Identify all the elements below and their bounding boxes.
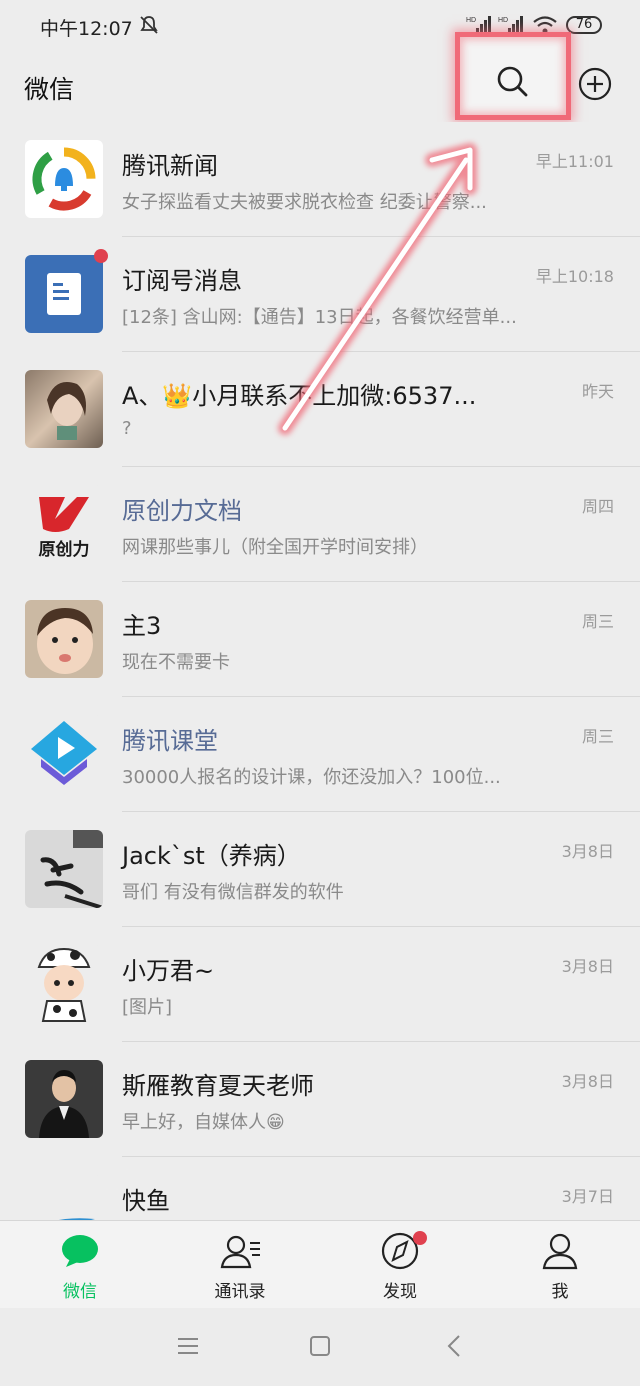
tab-chats[interactable]: 微信 bbox=[0, 1221, 160, 1309]
tab-contacts[interactable]: 通讯录 bbox=[160, 1221, 320, 1309]
chat-row[interactable]: Jack`st（养病） 哥们 有没有微信群发的软件 3月8日 bbox=[0, 812, 640, 927]
chat-preview: 现在不需要卡 bbox=[122, 652, 230, 673]
chat-time: 周三 bbox=[581, 612, 614, 631]
chat-time: 昨天 bbox=[581, 382, 614, 401]
svg-text:HD: HD bbox=[498, 17, 508, 24]
chat-name: 斯雁教育夏天老师 bbox=[122, 1072, 314, 1100]
chat-row[interactable]: 订阅号消息 [12条] 含山网:【通告】13日起，各餐饮经营单... 早上10:… bbox=[0, 237, 640, 352]
chat-preview: [12条] 含山网:【通告】13日起，各餐饮经营单... bbox=[122, 307, 517, 328]
chat-row[interactable]: 原创力 原创力文档 网课那些事儿（附全国开学时间安排） 周四 bbox=[0, 467, 640, 582]
profile-photo-avatar bbox=[25, 370, 103, 448]
bottom-tab-bar: 微信 通讯录 发现 我 bbox=[0, 1220, 640, 1309]
add-button[interactable] bbox=[578, 67, 612, 101]
search-icon bbox=[497, 66, 528, 97]
tab-label: 发现 bbox=[383, 1282, 417, 1302]
chat-row[interactable]: 主3 现在不需要卡 周三 bbox=[0, 582, 640, 697]
chat-preview: 女子探监看丈夫被要求脱衣检查 纪委让警察... bbox=[122, 192, 487, 213]
baby-photo-avatar bbox=[25, 600, 103, 678]
chat-preview: 哥们 有没有微信群发的软件 bbox=[122, 882, 344, 903]
chat-time: 周三 bbox=[581, 727, 614, 746]
chat-name: 订阅号消息 bbox=[122, 267, 242, 295]
menu-icon[interactable] bbox=[176, 1336, 200, 1356]
chat-preview: [图片] bbox=[122, 997, 173, 1018]
yuanchuangli-avatar: 原创力 bbox=[25, 485, 103, 563]
page-title: 微信 bbox=[24, 75, 75, 104]
contacts-icon bbox=[220, 1235, 260, 1269]
chat-row[interactable]: 腾讯新闻 女子探监看丈夫被要求脱衣检查 纪委让警察... 早上11:01 bbox=[0, 122, 640, 237]
chat-preview: ? bbox=[122, 418, 132, 439]
chat-time: 3月8日 bbox=[561, 842, 614, 861]
back-icon[interactable] bbox=[446, 1334, 462, 1358]
search-button[interactable] bbox=[455, 32, 571, 120]
cartoon-avatar bbox=[25, 945, 103, 1023]
system-nav-bar bbox=[0, 1308, 640, 1386]
tab-label: 通讯录 bbox=[214, 1282, 266, 1302]
chat-time: 3月8日 bbox=[561, 1072, 614, 1091]
chat-icon bbox=[62, 1235, 98, 1267]
tab-me[interactable]: 我 bbox=[480, 1221, 640, 1309]
tab-label: 我 bbox=[551, 1282, 569, 1302]
tencent-classroom-avatar bbox=[25, 715, 103, 793]
chat-preview: 早上好，自媒体人😁 bbox=[122, 1112, 285, 1133]
calligraphy-avatar bbox=[25, 830, 103, 908]
me-icon bbox=[542, 1233, 578, 1270]
chat-row[interactable]: 小万君~ [图片] 3月8日 bbox=[0, 927, 640, 1042]
chat-name: 主3 bbox=[122, 612, 162, 640]
chat-name: 腾讯新闻 bbox=[122, 152, 218, 180]
chat-name: Jack`st（养病） bbox=[122, 842, 301, 870]
chat-preview: 网课那些事儿（附全国开学时间安排） bbox=[122, 537, 428, 558]
tab-discover[interactable]: 发现 bbox=[320, 1221, 480, 1309]
chat-name: 小万君~ bbox=[122, 957, 215, 985]
teacher-photo-avatar bbox=[25, 1060, 103, 1138]
chat-name: A、👑小月联系不上加微:6537... bbox=[122, 382, 477, 410]
svg-text:原创力: 原创力 bbox=[39, 539, 90, 560]
chat-row[interactable]: 斯雁教育夏天老师 早上好，自媒体人😁 3月8日 bbox=[0, 1042, 640, 1157]
status-time: 中午12:07 bbox=[40, 18, 133, 40]
chat-name: 腾讯课堂 bbox=[122, 727, 218, 755]
home-icon[interactable] bbox=[309, 1335, 331, 1357]
mute-icon bbox=[140, 16, 158, 34]
unread-badge bbox=[94, 249, 108, 263]
tab-label: 微信 bbox=[63, 1282, 97, 1302]
chat-time: 3月8日 bbox=[561, 957, 614, 976]
tencent-news-avatar bbox=[25, 140, 103, 218]
chat-time: 早上11:01 bbox=[535, 152, 614, 171]
chat-time: 早上10:18 bbox=[535, 267, 614, 286]
subscription-avatar bbox=[25, 255, 103, 333]
battery-indicator: 76 bbox=[566, 16, 602, 34]
chat-time: 3月7日 bbox=[561, 1187, 614, 1206]
chat-name: 原创力文档 bbox=[122, 497, 242, 525]
discover-badge bbox=[413, 1231, 427, 1245]
chat-row[interactable]: A、👑小月联系不上加微:6537... ? 昨天 bbox=[0, 352, 640, 467]
chat-preview: 30000人报名的设计课，你还没加入？100位... bbox=[122, 767, 501, 788]
svg-text:HD: HD bbox=[466, 17, 476, 24]
chat-row[interactable]: 腾讯课堂 30000人报名的设计课，你还没加入？100位... 周三 bbox=[0, 697, 640, 812]
chat-name: 快鱼 bbox=[122, 1187, 170, 1215]
chat-time: 周四 bbox=[581, 497, 614, 516]
